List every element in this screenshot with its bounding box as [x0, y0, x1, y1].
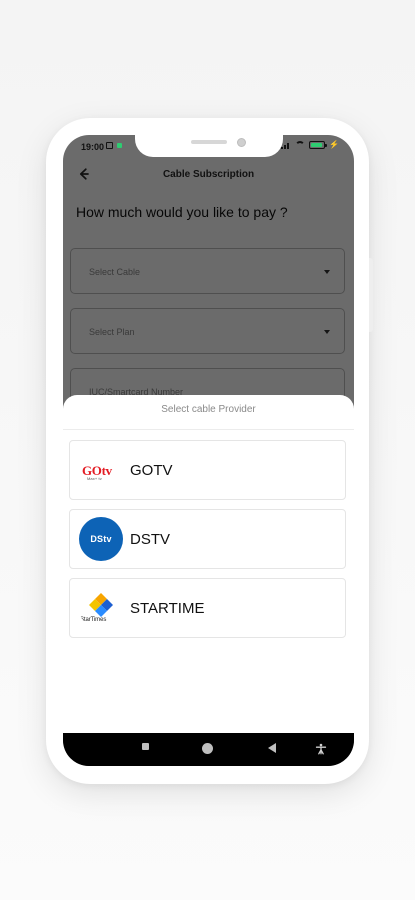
startime-logo: StarTimes	[79, 586, 123, 630]
dstv-logo-text: DStv	[90, 534, 112, 544]
startime-logo-icon	[89, 593, 113, 617]
page-title: Cable Subscription	[162, 169, 255, 180]
dropdown-icon	[324, 270, 330, 274]
select-cable-label: Select Cable	[89, 267, 141, 277]
provider-name: GOTV	[130, 462, 173, 479]
dstv-logo: DStv	[79, 517, 123, 561]
phone-side-button	[369, 258, 373, 332]
provider-option-startime[interactable]: StarTimes STARTIME	[69, 578, 346, 638]
sheet-title: Select cable Provider	[161, 404, 256, 415]
status-right-icons: ⚡	[281, 141, 339, 149]
battery-level	[311, 143, 323, 147]
camera-icon	[237, 138, 246, 147]
provider-option-dstv[interactable]: DStv DSTV	[69, 509, 346, 569]
phone-notch	[135, 135, 283, 157]
phone-screen: 19:00 ⚡ Cable Subscription How much woul…	[63, 135, 354, 766]
square-icon[interactable]	[142, 743, 149, 750]
notification-icon	[106, 142, 113, 149]
dropdown-icon	[324, 330, 330, 334]
provider-name: STARTIME	[130, 600, 205, 617]
wifi-icon	[295, 141, 306, 149]
provider-name: DSTV	[130, 531, 171, 548]
battery-icon	[309, 141, 328, 149]
app-header: Cable Subscription	[63, 164, 354, 192]
sheet-divider	[63, 429, 354, 430]
back-triangle-icon[interactable]	[268, 743, 276, 753]
provider-option-gotv[interactable]: GOtv Max+ tv GOTV	[69, 440, 346, 500]
status-left-icons	[106, 142, 122, 149]
gotv-logo: GOtv Max+ tv	[79, 448, 123, 492]
provider-bottom-sheet: Select cable Provider GOtv Max+ tv GOTV …	[63, 395, 354, 733]
select-cable-field[interactable]: Select Cable	[70, 248, 345, 294]
speaker-grill	[191, 140, 227, 144]
status-time: 19:00	[81, 142, 105, 152]
active-status-icon	[117, 143, 122, 148]
startime-logo-text: StarTimes	[80, 617, 107, 623]
system-navigation-bar	[63, 733, 354, 766]
select-plan-label: Select Plan	[89, 327, 135, 337]
home-circle-icon[interactable]	[202, 743, 213, 754]
payment-question: How much would you like to pay ?	[76, 204, 288, 220]
accessibility-icon[interactable]	[315, 743, 327, 755]
charging-icon: ⚡	[329, 140, 339, 149]
gotv-logo-subtext: Max+ tv	[87, 476, 102, 481]
select-plan-field[interactable]: Select Plan	[70, 308, 345, 354]
